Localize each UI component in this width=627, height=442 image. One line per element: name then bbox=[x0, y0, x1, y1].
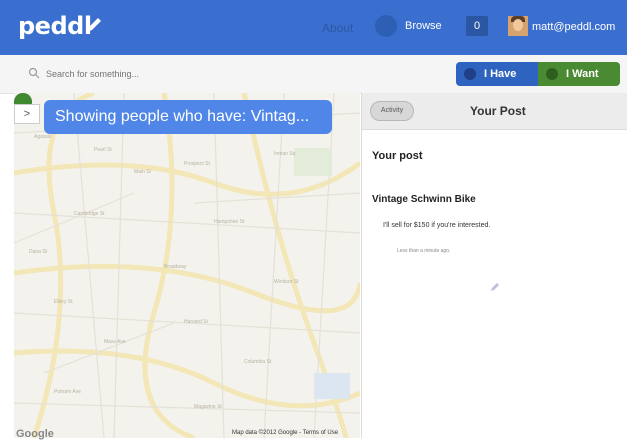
svg-text:Columbia St: Columbia St bbox=[244, 359, 272, 365]
want-icon bbox=[546, 68, 558, 80]
post-timestamp: Less than a minute ago. bbox=[397, 248, 451, 254]
post-section-heading: Your post bbox=[372, 150, 423, 162]
i-have-button[interactable]: I Have bbox=[456, 62, 538, 86]
post-body: I'll sell for $150 if you're interested. bbox=[383, 222, 491, 229]
search-bar: I Have I Want bbox=[0, 55, 627, 94]
globe-icon bbox=[375, 15, 397, 37]
user-email: matt@peddl.com bbox=[532, 21, 616, 33]
svg-text:Magazine St: Magazine St bbox=[194, 404, 222, 410]
top-header: peddl About Browse 0 matt@peddl.com bbox=[0, 0, 627, 55]
search-input[interactable] bbox=[44, 64, 348, 84]
browse-label: Browse bbox=[405, 20, 442, 32]
svg-text:Main St: Main St bbox=[134, 169, 152, 175]
i-have-label: I Have bbox=[484, 68, 517, 80]
svg-text:Broadway: Broadway bbox=[164, 264, 187, 270]
map-attribution[interactable]: Map data ©2012 Google - Terms of Use bbox=[232, 430, 338, 436]
peddl-logo[interactable]: peddl bbox=[18, 12, 92, 40]
edit-pencil-icon[interactable] bbox=[490, 282, 500, 292]
svg-text:Agassiz: Agassiz bbox=[34, 134, 52, 140]
svg-text:Pearl St: Pearl St bbox=[94, 147, 112, 153]
nav-about-link[interactable]: About bbox=[322, 21, 353, 35]
map-streets: Agassiz Pearl St Main St Prospect St Inman… bbox=[14, 93, 360, 438]
map-view[interactable]: Agassiz Pearl St Main St Prospect St Inman… bbox=[14, 93, 360, 438]
svg-text:Harvard St: Harvard St bbox=[184, 319, 209, 325]
svg-text:Inman Sq: Inman Sq bbox=[274, 151, 296, 157]
activity-button[interactable]: Activity bbox=[370, 101, 414, 121]
svg-text:Hampshire St: Hampshire St bbox=[214, 219, 245, 225]
panel-divider bbox=[361, 93, 362, 438]
svg-text:Cambridge St: Cambridge St bbox=[74, 211, 105, 217]
pencil-logo-icon bbox=[87, 18, 101, 32]
search-icon bbox=[28, 67, 40, 79]
post-title: Vintage Schwinn Bike bbox=[372, 194, 476, 205]
notification-count-badge[interactable]: 0 bbox=[466, 16, 488, 36]
map-filter-banner: Showing people who have: Vintag... bbox=[44, 100, 332, 134]
map-expand-toggle[interactable]: > bbox=[14, 104, 40, 124]
panel-title: Your Post bbox=[470, 104, 526, 118]
avatar bbox=[508, 16, 528, 36]
i-want-button[interactable]: I Want bbox=[538, 62, 620, 86]
i-want-label: I Want bbox=[566, 68, 599, 80]
svg-text:Ellery St: Ellery St bbox=[54, 299, 73, 305]
have-icon bbox=[464, 68, 476, 80]
svg-text:Mass Ave: Mass Ave bbox=[104, 339, 126, 345]
post-panel-header: Activity Your Post bbox=[362, 93, 627, 130]
svg-text:Prospect St: Prospect St bbox=[184, 161, 210, 167]
google-logo: Google bbox=[16, 428, 54, 440]
svg-text:Windsor St: Windsor St bbox=[274, 279, 299, 285]
svg-text:Putnam Ave: Putnam Ave bbox=[54, 389, 81, 395]
svg-text:Dana St: Dana St bbox=[29, 249, 48, 255]
